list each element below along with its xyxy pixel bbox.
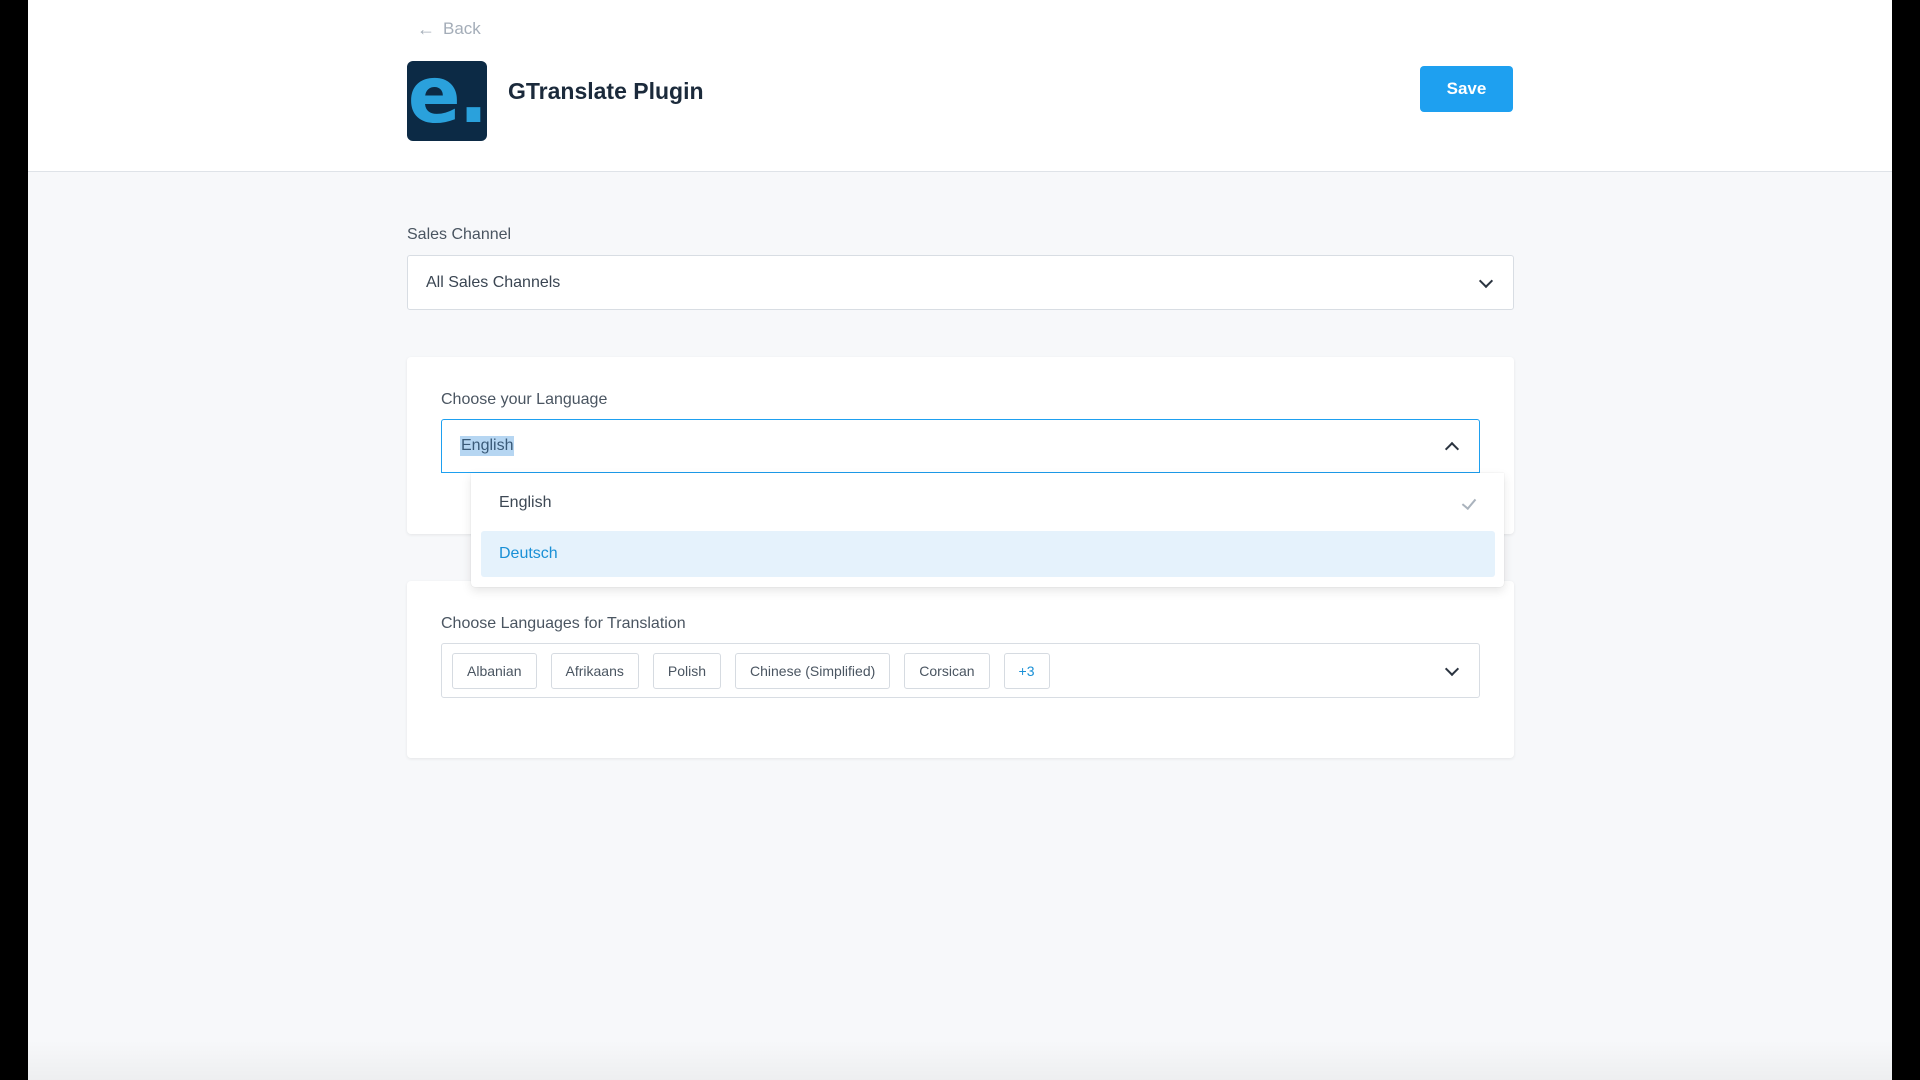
sales-channel-label: Sales Channel bbox=[407, 226, 512, 243]
bottom-shade bbox=[28, 1040, 1892, 1080]
language-value: English bbox=[460, 436, 515, 456]
tag-afrikaans[interactable]: Afrikaans bbox=[550, 653, 639, 689]
app-window: ← Back e. GTranslate Plugin Save Sales C… bbox=[28, 0, 1892, 1080]
language-option-deutsch[interactable]: Deutsch bbox=[481, 531, 1495, 577]
tag-chinese-simplified[interactable]: Chinese (Simplified) bbox=[735, 653, 891, 689]
selected-tags: Albanian Afrikaans Polish Chinese (Simpl… bbox=[452, 653, 1050, 689]
language-select[interactable]: English bbox=[441, 419, 1480, 473]
chevron-up-icon bbox=[1444, 441, 1460, 457]
header-bar: ← Back e. GTranslate Plugin Save bbox=[28, 0, 1892, 172]
back-link[interactable]: ← Back bbox=[417, 19, 481, 39]
save-button[interactable]: Save bbox=[1420, 66, 1513, 112]
check-icon bbox=[1461, 494, 1477, 511]
option-label: English bbox=[499, 494, 552, 511]
language-option-english[interactable]: English bbox=[481, 480, 1495, 526]
chevron-down-icon bbox=[1478, 273, 1494, 288]
tag-albanian[interactable]: Albanian bbox=[452, 653, 537, 689]
translation-multiselect[interactable]: Albanian Afrikaans Polish Chinese (Simpl… bbox=[441, 643, 1480, 698]
language-dropdown-menu: English Deutsch bbox=[471, 473, 1504, 587]
tag-corsican[interactable]: Corsican bbox=[904, 653, 990, 689]
chevron-down-icon bbox=[1444, 661, 1460, 676]
sales-channel-select[interactable]: All Sales Channels bbox=[407, 255, 1514, 310]
language-label: Choose your Language bbox=[441, 391, 608, 408]
sales-channel-value: All Sales Channels bbox=[426, 273, 561, 291]
more-tags-badge[interactable]: +3 bbox=[1003, 653, 1050, 689]
arrow-left-icon: ← bbox=[417, 19, 435, 39]
page-title: GTranslate Plugin bbox=[508, 78, 704, 104]
translation-label: Choose Languages for Translation bbox=[441, 615, 686, 632]
tag-polish[interactable]: Polish bbox=[652, 653, 721, 689]
back-label: Back bbox=[443, 19, 481, 38]
app-logo: e. bbox=[407, 61, 487, 141]
option-label: Deutsch bbox=[499, 545, 558, 562]
logo-mark: e. bbox=[407, 61, 487, 141]
